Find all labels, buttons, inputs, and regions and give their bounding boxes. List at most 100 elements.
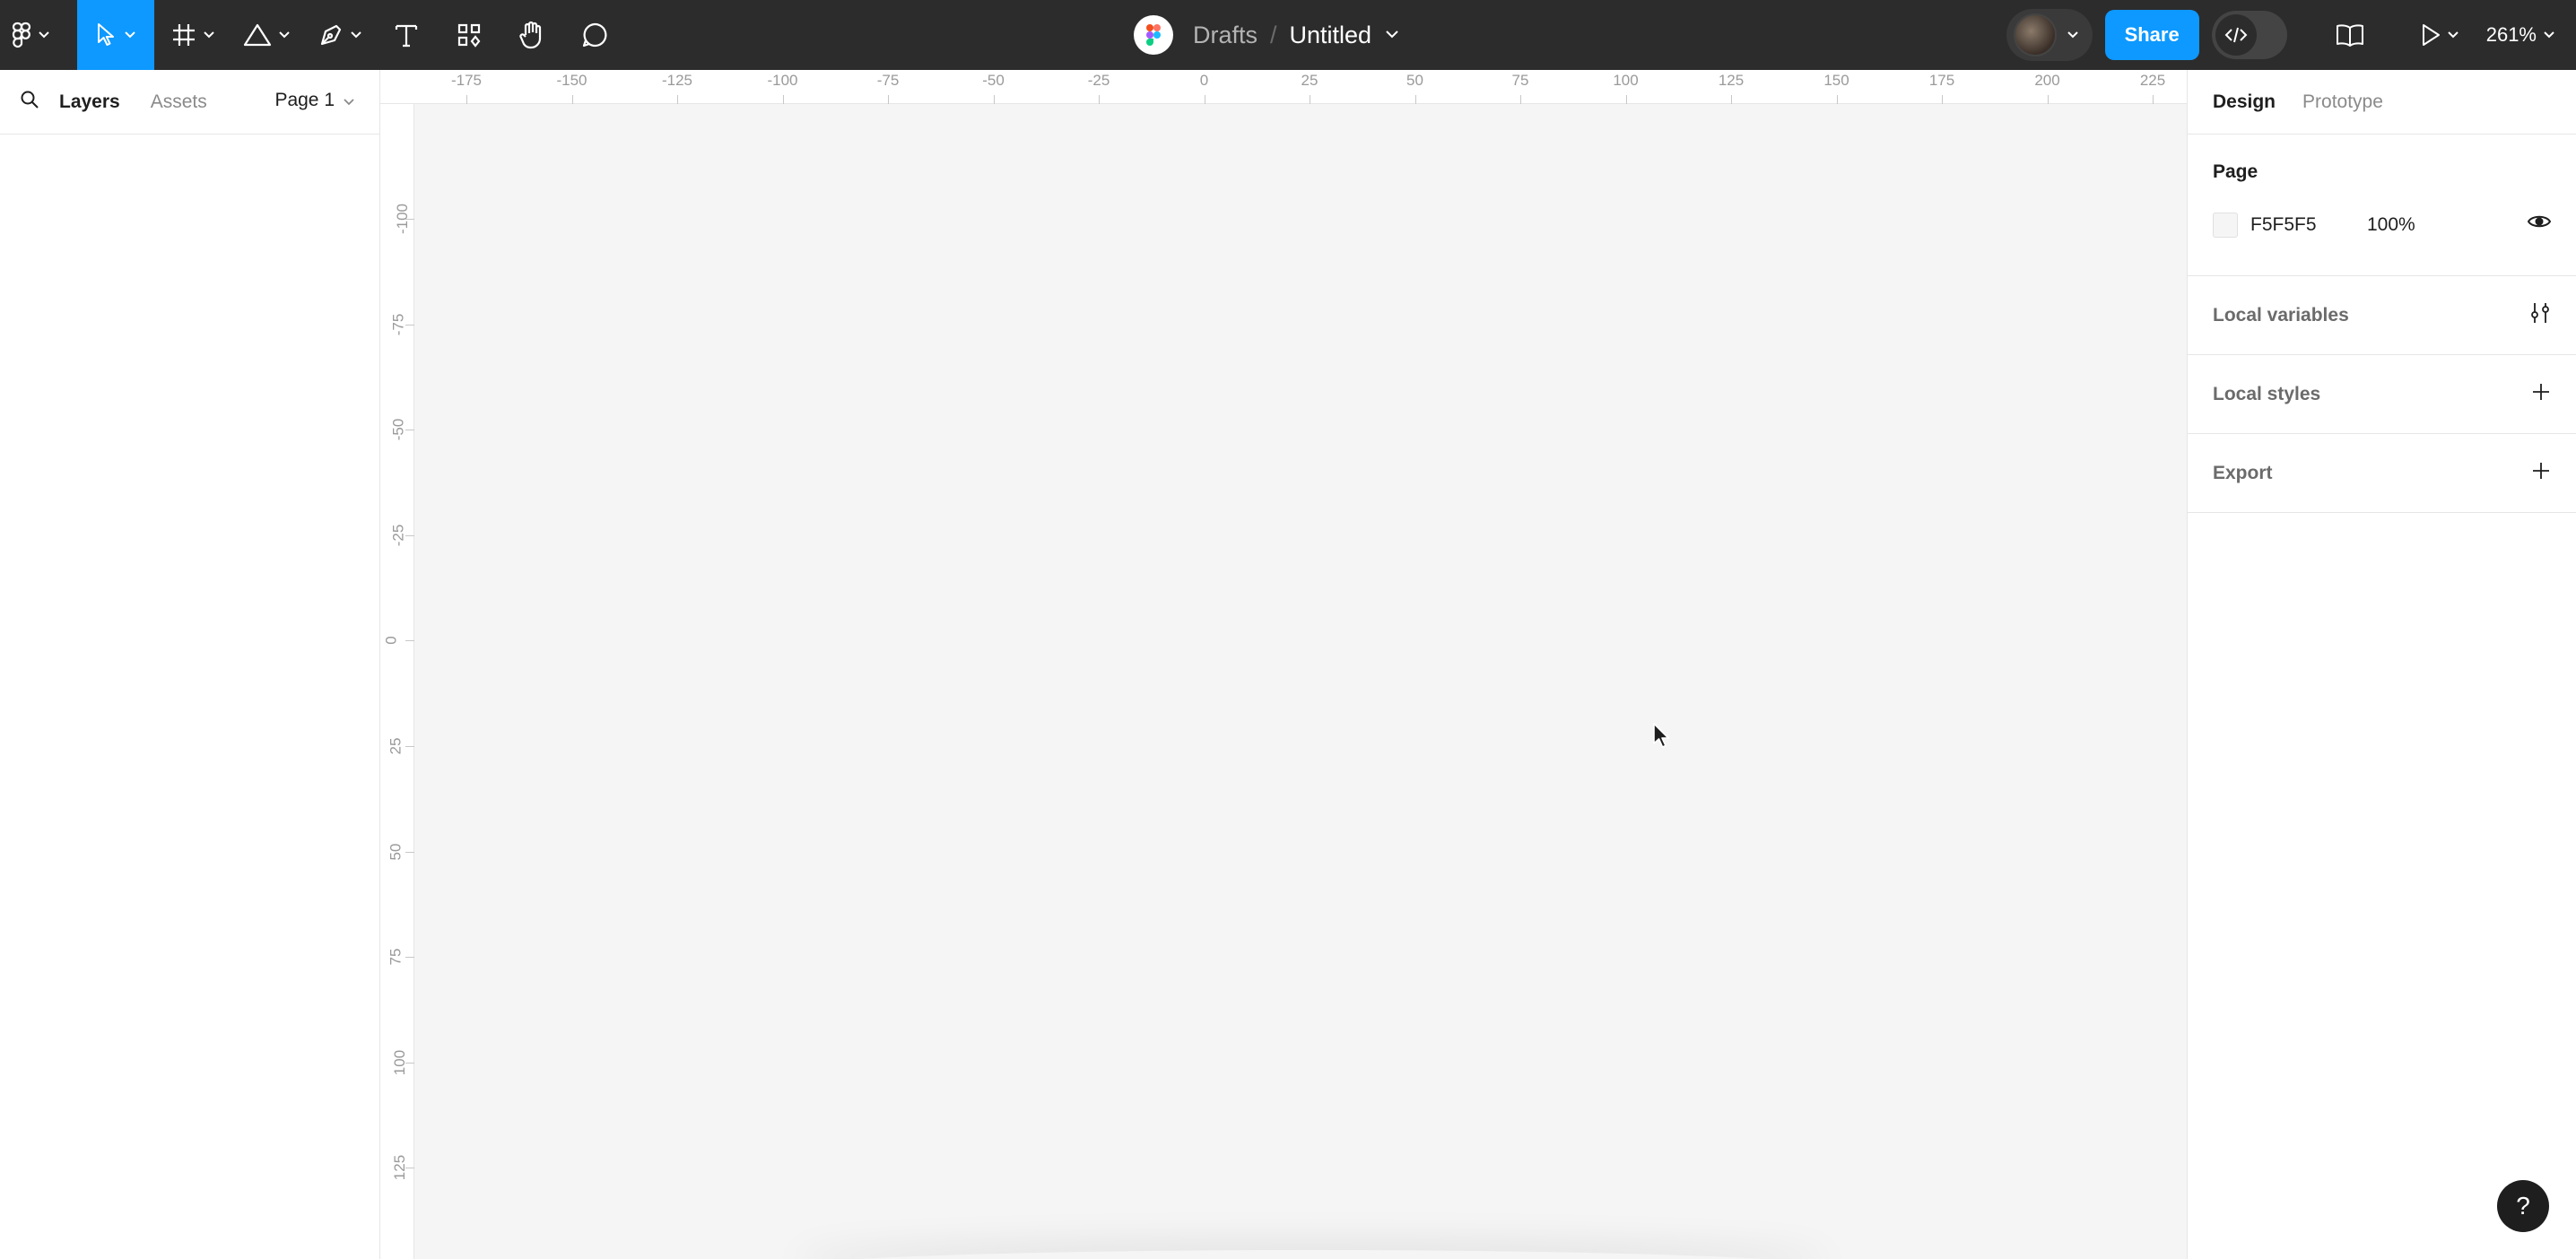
hand-tool-button[interactable] xyxy=(500,0,563,70)
tab-layers[interactable]: Layers xyxy=(59,91,120,113)
ruler-tick-label: 75 xyxy=(387,948,405,966)
shape-tool-button[interactable] xyxy=(231,0,301,70)
ruler-tick-label: 0 xyxy=(382,636,400,646)
horizontal-ruler[interactable]: -175 -150 -125 -100 -75 -50 -25 0 25 50 75 100 125 15… xyxy=(380,70,2187,104)
top-toolbar: Drafts / Untitled Share 261% xyxy=(0,0,2576,70)
figma-file-icon xyxy=(1134,15,1173,55)
avatar[interactable] xyxy=(2013,13,2057,56)
pen-icon xyxy=(318,22,344,48)
vertical-ruler[interactable]: -100 -75 -50 -25 0 25 50 75 100 125 xyxy=(380,104,414,1259)
ruler-tick-label: -75 xyxy=(876,72,900,89)
left-panel: Layers Assets Page 1 xyxy=(0,70,380,1259)
tab-design[interactable]: Design xyxy=(2213,91,2276,113)
file-breadcrumb: Drafts / Untitled xyxy=(1134,0,1398,70)
page-fill-row[interactable]: F5F5F5 100% xyxy=(2213,212,2552,239)
frame-tool-button[interactable] xyxy=(158,0,228,70)
chevron-down-icon xyxy=(351,31,361,39)
tab-assets[interactable]: Assets xyxy=(151,91,207,113)
ruler-tick-label: 175 xyxy=(1928,72,1955,89)
chevron-down-icon xyxy=(204,31,214,39)
fill-opacity-value[interactable]: 100% xyxy=(2367,214,2415,236)
text-tool-button[interactable] xyxy=(375,0,438,70)
chevron-down-icon[interactable] xyxy=(1386,27,1398,43)
zoom-menu[interactable]: 261% xyxy=(2486,23,2554,47)
help-button[interactable]: ? xyxy=(2497,1180,2549,1232)
search-icon[interactable] xyxy=(20,90,39,114)
ruler-tick-mark xyxy=(466,95,467,104)
book-icon xyxy=(2336,23,2364,47)
page-selector[interactable]: Page 1 xyxy=(274,90,354,111)
tab-prototype[interactable]: Prototype xyxy=(2302,91,2383,113)
pen-tool-button[interactable] xyxy=(305,0,375,70)
plus-icon[interactable] xyxy=(2531,461,2551,485)
fill-hex-value[interactable]: F5F5F5 xyxy=(2250,214,2367,236)
move-tool-button[interactable] xyxy=(77,0,154,70)
tool-group xyxy=(0,0,626,70)
design-canvas[interactable] xyxy=(415,105,2187,1259)
ruler-tick-label: -125 xyxy=(661,72,693,89)
library-button[interactable] xyxy=(2323,0,2377,70)
comment-tool-button[interactable] xyxy=(563,0,626,70)
ruler-tick-label: 50 xyxy=(387,843,405,861)
triangle-icon xyxy=(243,22,272,48)
ruler-tick-label: 75 xyxy=(1511,72,1529,89)
ruler-tick-mark xyxy=(1942,95,1943,104)
mouse-cursor-icon xyxy=(1652,722,1672,755)
eye-icon[interactable] xyxy=(2527,213,2552,234)
resources-tool-button[interactable] xyxy=(438,0,500,70)
ruler-tick-mark xyxy=(1414,95,1416,104)
ruler-tick-label: 25 xyxy=(1301,72,1318,89)
ruler-tick-mark xyxy=(993,95,995,104)
chevron-down-icon xyxy=(279,31,290,39)
multiplayer-avatars[interactable] xyxy=(2006,9,2093,61)
ruler-tick-mark xyxy=(405,640,414,642)
local-variables-section[interactable]: Local variables xyxy=(2188,276,2576,355)
chevron-down-icon xyxy=(125,31,135,39)
export-section[interactable]: Export xyxy=(2188,434,2576,513)
chevron-down-icon xyxy=(39,31,49,39)
ruler-tick-mark xyxy=(405,324,414,326)
zoom-level: 261% xyxy=(2485,23,2537,46)
ruler-tick-label: -150 xyxy=(556,72,587,89)
chevron-down-icon xyxy=(2544,27,2554,43)
ruler-tick-mark xyxy=(405,746,414,747)
frame-hash-icon xyxy=(171,22,196,48)
ruler-tick-label: 100 xyxy=(1613,72,1639,89)
chevron-down-icon xyxy=(2067,27,2078,43)
local-styles-section[interactable]: Local styles xyxy=(2188,355,2576,434)
page-selector-label: Page 1 xyxy=(274,90,335,110)
plus-icon[interactable] xyxy=(2531,382,2551,406)
right-panel: Design Prototype Page F5F5F5 100% Local … xyxy=(2187,70,2576,1259)
ruler-tick-label: 50 xyxy=(1406,72,1423,89)
share-button[interactable]: Share xyxy=(2104,10,2199,60)
ruler-tick-label: 150 xyxy=(1823,72,1849,89)
breadcrumb-location[interactable]: Drafts xyxy=(1193,22,1258,49)
main-menu-button[interactable] xyxy=(0,0,61,70)
local-variables-label: Local variables xyxy=(2213,304,2349,326)
frame-shadow xyxy=(792,1250,1832,1259)
present-button[interactable] xyxy=(2413,0,2467,70)
code-icon xyxy=(2215,14,2257,56)
ruler-tick-label: 125 xyxy=(1718,72,1745,89)
file-name[interactable]: Untitled xyxy=(1290,22,1372,49)
dev-mode-toggle[interactable] xyxy=(2211,11,2287,59)
ruler-tick-label: 225 xyxy=(2139,72,2166,89)
ruler-tick-mark xyxy=(405,851,414,853)
color-swatch[interactable] xyxy=(2213,213,2238,238)
ruler-tick-label: -100 xyxy=(767,72,798,89)
local-styles-label: Local styles xyxy=(2213,383,2321,404)
left-panel-tabs: Layers Assets Page 1 xyxy=(0,70,379,135)
ruler-tick-mark xyxy=(405,219,414,220)
ruler-tick-label: -25 xyxy=(1087,72,1110,89)
ruler-tick-mark xyxy=(1836,95,1838,104)
hand-icon xyxy=(518,21,545,49)
ruler-tick-mark xyxy=(405,534,414,536)
ruler-tick-label: 200 xyxy=(2034,72,2060,89)
ruler-tick-mark xyxy=(1731,95,1732,104)
ruler-tick-mark xyxy=(1625,95,1627,104)
ruler-tick-label: -50 xyxy=(982,72,1005,89)
figma-app: Drafts / Untitled Share 261% Layers Asse… xyxy=(0,0,2576,1259)
variables-sliders-icon[interactable] xyxy=(2529,301,2551,329)
right-panel-tabs: Design Prototype xyxy=(2188,70,2576,135)
page-section-title: Page xyxy=(2213,161,2258,182)
